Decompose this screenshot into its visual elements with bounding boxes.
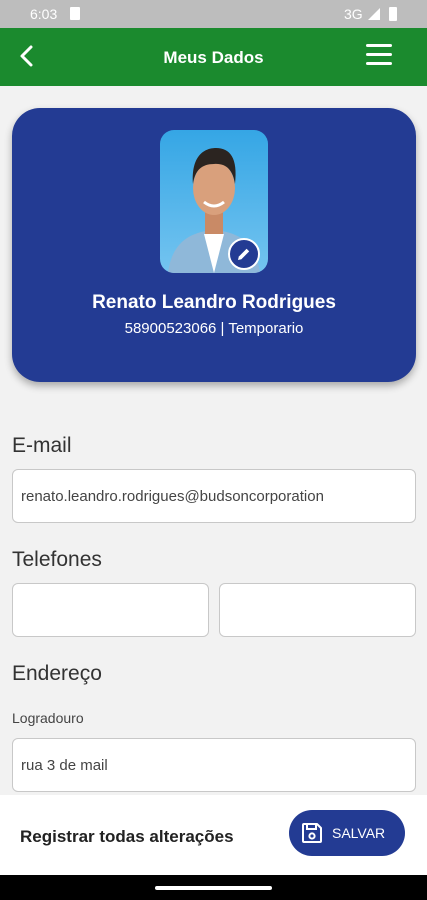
- email-label: E-mail: [12, 434, 72, 457]
- profile-card: Renato Leandro Rodrigues 58900523066 | T…: [12, 108, 416, 382]
- profile-subinfo: 58900523066 | Temporario: [124, 320, 304, 337]
- street-field[interactable]: [12, 738, 416, 792]
- battery-icon: [389, 7, 397, 21]
- sd-card-icon: [70, 7, 80, 20]
- status-bar: 6:03 3G: [0, 0, 427, 28]
- home-gesture-handle[interactable]: [155, 886, 272, 890]
- register-changes-text: Registrar todas alterações: [20, 827, 234, 846]
- street-label: Logradouro: [12, 710, 84, 726]
- phones-label: Telefones: [12, 548, 102, 571]
- edit-photo-button[interactable]: [228, 238, 260, 270]
- save-icon: [302, 823, 322, 843]
- address-label: Endereço: [12, 662, 102, 685]
- menu-icon-bar: [366, 44, 392, 47]
- menu-button[interactable]: [366, 44, 392, 68]
- menu-icon-bar: [366, 62, 392, 65]
- profile-name: Renato Leandro Rodrigues: [92, 292, 336, 313]
- status-time: 6:03: [30, 6, 58, 22]
- save-button[interactable]: SALVAR: [289, 810, 405, 856]
- save-button-label: SALVAR: [332, 825, 386, 841]
- signal-icon: [368, 8, 380, 20]
- pencil-icon: [238, 248, 250, 260]
- phone-field-2[interactable]: [219, 583, 416, 637]
- app-bar: Meus Dados: [0, 28, 427, 86]
- bottom-bar: Registrar todas alterações SALVAR: [0, 795, 427, 875]
- system-nav-bar: [0, 875, 427, 900]
- network-type: 3G: [344, 6, 363, 22]
- menu-icon-bar: [366, 53, 392, 56]
- email-field[interactable]: [12, 469, 416, 523]
- page-title: Meus Dados: [163, 48, 264, 67]
- phone-field-1[interactable]: [12, 583, 209, 637]
